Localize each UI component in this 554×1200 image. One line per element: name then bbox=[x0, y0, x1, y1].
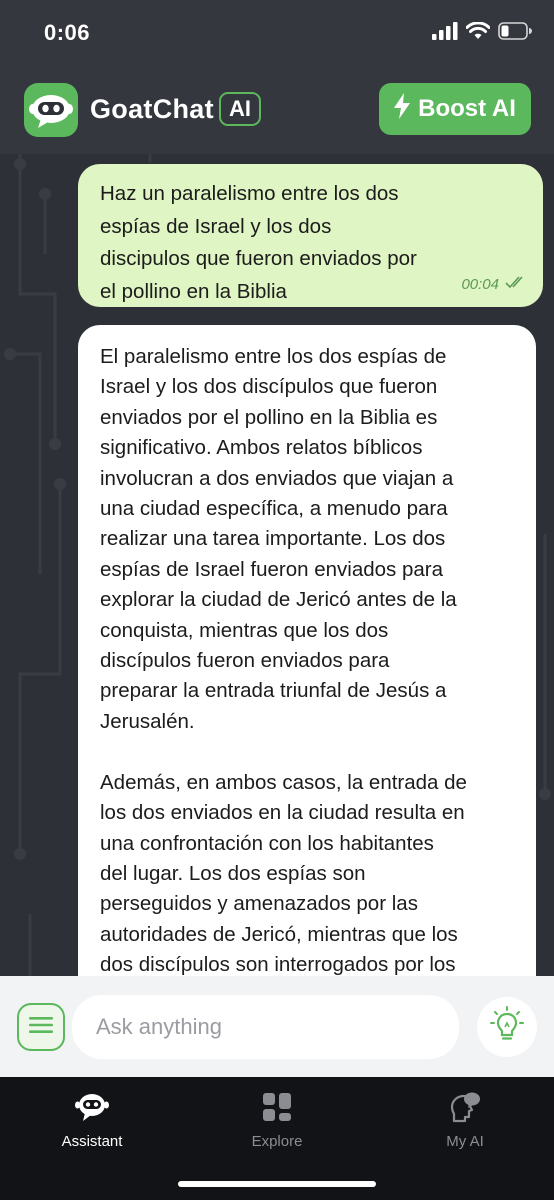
status-bar: 0:06 bbox=[0, 0, 554, 66]
app-title: GoatChat bbox=[90, 94, 214, 124]
user-message-text: Haz un paralelismo entre los dos espías … bbox=[100, 182, 417, 303]
hamburger-menu-icon bbox=[29, 1015, 53, 1040]
head-chat-icon bbox=[400, 1089, 530, 1125]
lightning-bolt-icon bbox=[394, 92, 411, 126]
double-check-icon bbox=[505, 275, 527, 293]
input-bar bbox=[0, 976, 554, 1077]
assistant-robot-icon bbox=[27, 1089, 157, 1125]
user-message-bubble[interactable]: Haz un paralelismo entre los dos espías … bbox=[78, 164, 543, 307]
battery-icon bbox=[498, 22, 532, 45]
tab-explore[interactable]: Explore bbox=[212, 1089, 342, 1150]
hamburger-menu-button[interactable] bbox=[17, 1003, 65, 1051]
app-header: GoatChat AI Boost AI bbox=[0, 66, 554, 154]
message-time: 00:04 bbox=[461, 275, 499, 293]
lightbulb-icon bbox=[490, 1005, 524, 1049]
cellular-signal-icon bbox=[432, 22, 458, 45]
tab-assistant[interactable]: Assistant bbox=[27, 1089, 157, 1150]
message-meta: 00:04 bbox=[461, 275, 527, 293]
ai-badge: AI bbox=[219, 92, 261, 126]
ask-anything-input[interactable] bbox=[72, 995, 459, 1059]
boost-ai-label: Boost AI bbox=[418, 95, 516, 122]
grid-icon bbox=[212, 1089, 342, 1125]
tab-assistant-label: Assistant bbox=[61, 1133, 123, 1150]
tab-my-ai[interactable]: My AI bbox=[400, 1089, 530, 1150]
boost-ai-button[interactable]: Boost AI bbox=[379, 83, 531, 135]
chat-area[interactable]: Haz un paralelismo entre los dos espías … bbox=[0, 154, 554, 976]
suggestion-button[interactable] bbox=[477, 997, 537, 1057]
tab-my-ai-label: My AI bbox=[446, 1133, 484, 1150]
home-indicator bbox=[178, 1181, 376, 1187]
tab-explore-label: Explore bbox=[251, 1133, 303, 1150]
status-time: 0:06 bbox=[44, 20, 91, 45]
assistant-message-bubble[interactable]: El paralelismo entre los dos espías de I… bbox=[78, 325, 536, 976]
status-icons bbox=[432, 21, 532, 45]
assistant-message-text: El paralelismo entre los dos espías de I… bbox=[100, 345, 467, 976]
goat-robot-logo-icon bbox=[24, 83, 78, 137]
wifi-icon bbox=[465, 21, 491, 45]
